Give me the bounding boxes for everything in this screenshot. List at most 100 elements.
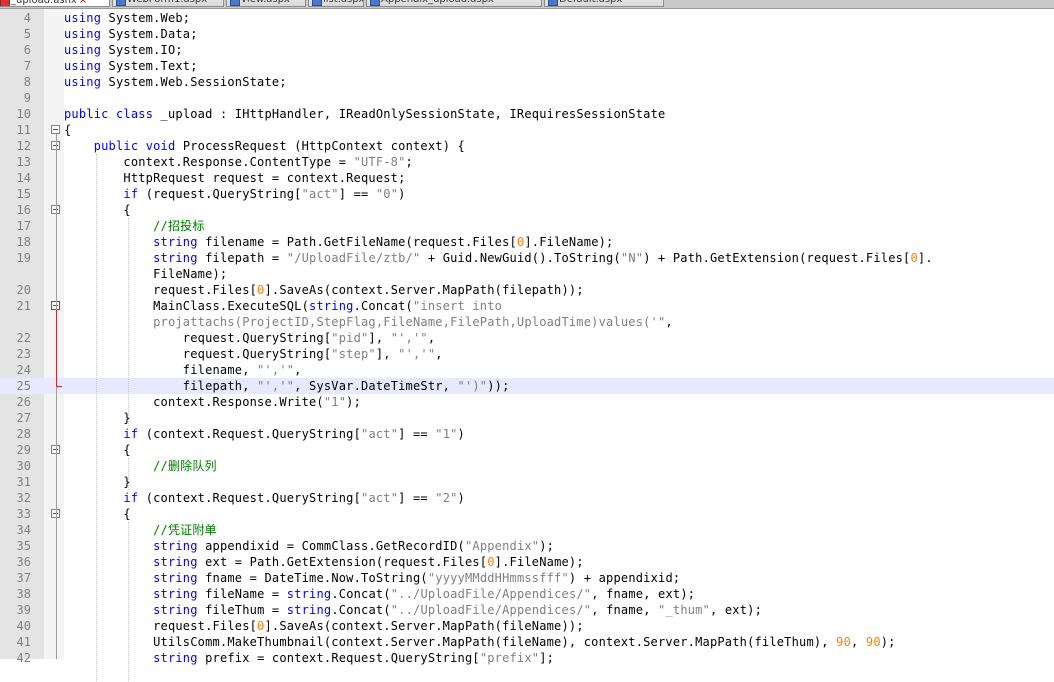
code-text: using System.Web; xyxy=(64,11,191,25)
code-text: using System.IO; xyxy=(64,43,183,57)
code-text: string appendixid = CommClass.GetRecordI… xyxy=(153,539,555,553)
code-text: MainClass.ExecuteSQL(string.Concat("inse… xyxy=(64,299,503,313)
code-text: { xyxy=(64,443,131,457)
line-number: 13 xyxy=(16,155,31,169)
code-line[interactable]: 38 string fileName = string.Concat("../U… xyxy=(0,586,1054,602)
fold-range-marker xyxy=(56,310,57,386)
line-number: 12 xyxy=(16,139,31,153)
code-line[interactable]: 41 UtilsComm.MakeThumbnail(context.Serve… xyxy=(0,634,1054,650)
code-line[interactable]: 11 { xyxy=(0,122,1054,138)
code-line[interactable]: 7 using System.Text; xyxy=(0,58,1054,74)
code-line[interactable]: 6 using System.IO; xyxy=(0,42,1054,58)
code-line[interactable]: 37 string fname = DateTime.Now.ToString(… xyxy=(0,570,1054,586)
tab-label: _upload.ashx xyxy=(11,0,77,6)
code-text: { xyxy=(64,203,131,217)
code-line[interactable]: 27 } xyxy=(0,410,1054,426)
code-line[interactable]: 30 //删除队列 xyxy=(0,458,1054,474)
code-line[interactable]: 32 if (context.Request.QueryString["act"… xyxy=(0,490,1054,506)
code-line[interactable]: 34 //凭证附单 xyxy=(0,522,1054,538)
code-line[interactable]: FileName); xyxy=(0,266,1054,282)
code-line[interactable]: 25 filepath, "','", SysVar.DateTimeStr, … xyxy=(0,378,1054,394)
line-number: 32 xyxy=(16,491,31,505)
code-line[interactable]: 24 filename, "','", xyxy=(0,362,1054,378)
line-number: 24 xyxy=(16,363,31,377)
code-line[interactable]: 40 request.Files[0].SaveAs(context.Serve… xyxy=(0,618,1054,634)
indent-guide xyxy=(128,218,129,426)
code-text: } xyxy=(64,475,131,489)
collapse-fold-icon[interactable] xyxy=(51,125,60,134)
code-text: { xyxy=(64,507,131,521)
line-number: 14 xyxy=(16,171,31,185)
code-line[interactable]: 13 context.Response.ContentType = "UTF-8… xyxy=(0,154,1054,170)
code-editor[interactable]: 4 using System.Web; 5 using System.Data; 6 us… xyxy=(0,9,1054,682)
code-text: //凭证附单 xyxy=(153,523,217,537)
code-text: HttpRequest request = context.Request; xyxy=(64,171,406,185)
code-text: context.Response.Write("1"); xyxy=(64,395,362,409)
close-tab-icon[interactable]: × xyxy=(79,0,87,6)
code-line[interactable]: 14 HttpRequest request = context.Request… xyxy=(0,170,1054,186)
code-line[interactable]: 26 context.Response.Write("1"); xyxy=(0,394,1054,410)
code-line[interactable]: 36 string ext = Path.GetExtension(reques… xyxy=(0,554,1054,570)
code-line[interactable]: 35 string appendixid = CommClass.GetReco… xyxy=(0,538,1054,554)
document-tab-bar: _upload.ashx× WebForm1.aspx view.aspx list.… xyxy=(0,0,1054,9)
tab-label: view.aspx xyxy=(241,0,290,5)
code-line[interactable]: 23 request.QueryString["step"], "','", xyxy=(0,346,1054,362)
line-number: 31 xyxy=(16,475,31,489)
code-line[interactable]: projattachs(ProjectID,StepFlag,FileName,… xyxy=(0,314,1054,330)
code-text: FileName); xyxy=(64,267,228,281)
saved-file-icon xyxy=(548,0,558,6)
line-number: 23 xyxy=(16,347,31,361)
code-line[interactable]: 20 request.Files[0].SaveAs(context.Serve… xyxy=(0,282,1054,298)
code-text: if (request.QueryString["act"] == "0") xyxy=(123,187,406,201)
tab-4[interactable]: list.aspx xyxy=(308,0,364,7)
saved-file-icon xyxy=(116,0,126,6)
line-number: 17 xyxy=(16,219,31,233)
code-line[interactable]: 42 string prefix = context.Request.Query… xyxy=(0,650,1054,666)
code-line[interactable]: 31 } xyxy=(0,474,1054,490)
code-line[interactable]: 22 request.QueryString["pid"], "','", xyxy=(0,330,1054,346)
code-line[interactable]: 18 string filename = Path.GetFileName(re… xyxy=(0,234,1054,250)
line-number: 28 xyxy=(16,427,31,441)
indent-guide xyxy=(128,458,129,490)
fold-range-end-marker xyxy=(56,386,62,387)
code-line[interactable]: 33 { xyxy=(0,506,1054,522)
code-line[interactable]: 4 using System.Web; xyxy=(0,10,1054,26)
code-line[interactable]: 16 { xyxy=(0,202,1054,218)
code-text: string fileName = string.Concat("../Uplo… xyxy=(153,587,696,601)
code-text: context.Response.ContentType = "UTF-8"; xyxy=(64,155,413,169)
code-line[interactable]: 39 string fileThum = string.Concat("../U… xyxy=(0,602,1054,618)
line-number: 40 xyxy=(16,619,31,633)
tab-label: list.aspx xyxy=(323,0,363,5)
code-line[interactable]: 29 { xyxy=(0,442,1054,458)
code-line[interactable]: 12 public void ProcessRequest (HttpConte… xyxy=(0,138,1054,154)
code-text: using System.Web.SessionState; xyxy=(64,75,287,89)
code-line[interactable]: 28 if (context.Request.QueryString["act"… xyxy=(0,426,1054,442)
code-line[interactable]: 8 using System.Web.SessionState; xyxy=(0,74,1054,90)
line-number: 42 xyxy=(16,651,31,665)
code-text: request.QueryString["step"], "','", xyxy=(64,347,443,361)
code-line[interactable]: 21 MainClass.ExecuteSQL(string.Concat("i… xyxy=(0,298,1054,314)
line-number: 10 xyxy=(16,107,31,121)
tab-1[interactable]: _upload.ashx × xyxy=(0,0,110,7)
code-line[interactable]: 17 //招投标 xyxy=(0,218,1054,234)
line-number: 21 xyxy=(16,299,31,313)
line-number: 8 xyxy=(23,75,31,89)
indent-guide xyxy=(128,522,129,682)
code-line[interactable]: 10 public class _upload : IHttpHandler, I… xyxy=(0,106,1054,122)
code-text: { xyxy=(64,123,72,137)
code-line[interactable]: 19 string filepath = "/UploadFile/ztb/" … xyxy=(0,250,1054,266)
code-text: string filename = Path.GetFileName(reque… xyxy=(153,235,614,249)
line-number: 36 xyxy=(16,555,31,569)
code-line[interactable]: 9 xyxy=(0,90,1054,106)
tab-3[interactable]: view.aspx xyxy=(226,0,306,7)
code-line[interactable]: 5 using System.Data; xyxy=(0,26,1054,42)
tab-2[interactable]: WebForm1.aspx xyxy=(112,0,224,7)
code-line[interactable]: 15 if (request.QueryString["act"] == "0"… xyxy=(0,186,1054,202)
line-number: 4 xyxy=(23,11,31,25)
line-number: 19 xyxy=(16,251,31,265)
line-number: 25 xyxy=(16,379,31,393)
tab-6[interactable]: Default.aspx xyxy=(544,0,664,7)
line-number: 5 xyxy=(23,27,31,41)
tab-5[interactable]: Appendix_upload.aspx xyxy=(366,0,542,7)
code-text: projattachs(ProjectID,StepFlag,FileName,… xyxy=(153,315,673,329)
